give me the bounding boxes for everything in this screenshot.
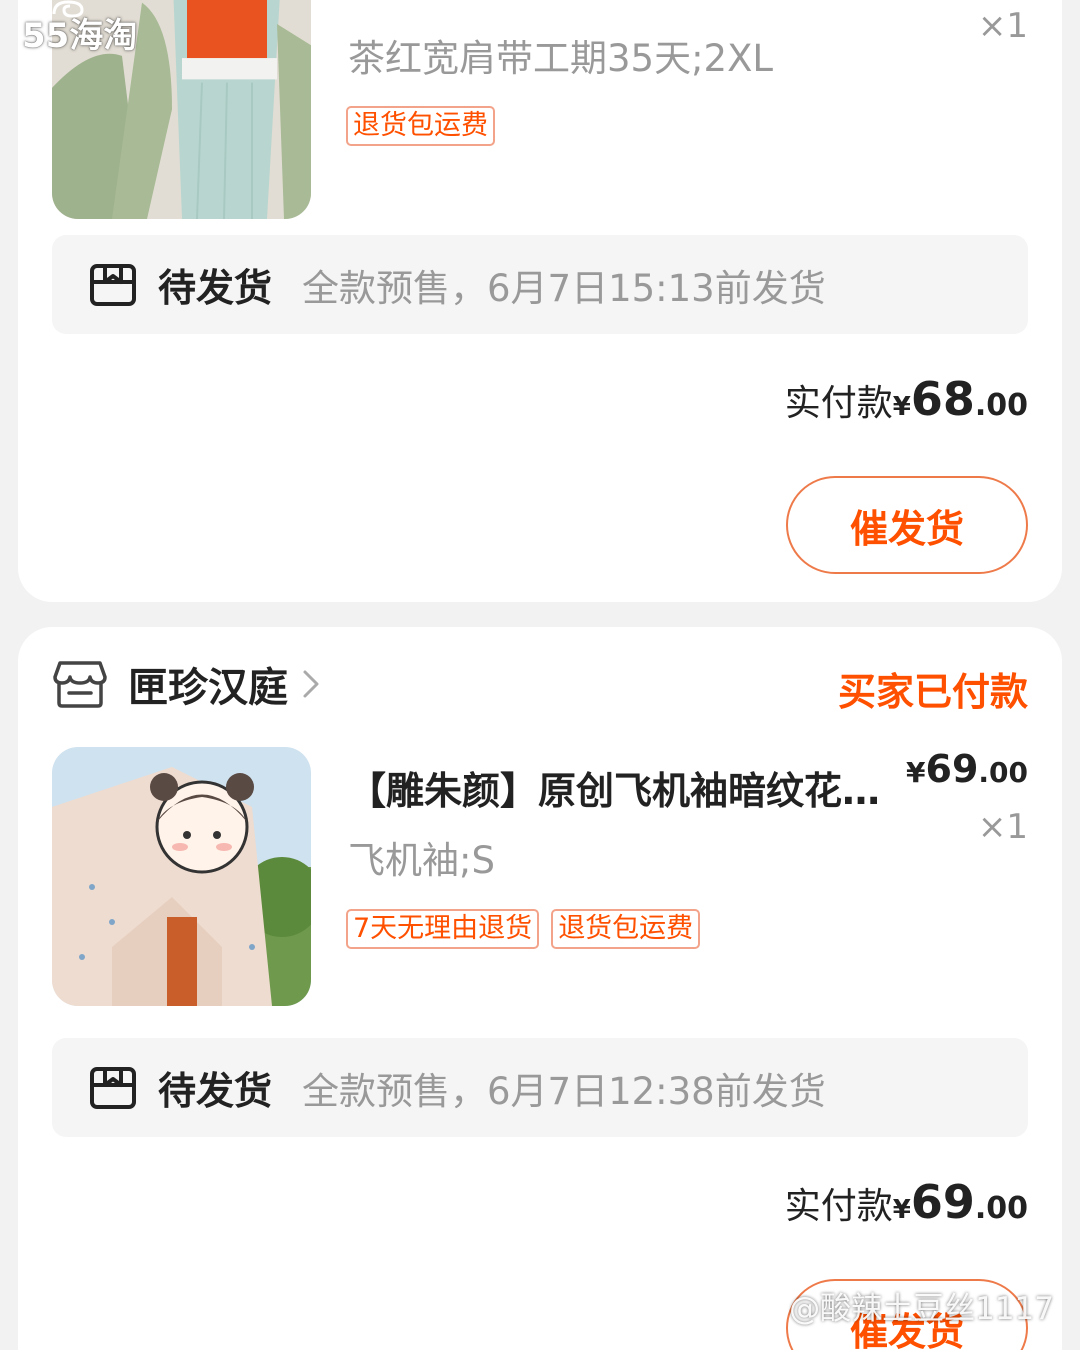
order-card: 匣珍汉庭 买家已付款 【雕朱颜】原创飞机袖暗纹花… ¥69.00 ×1 飞机袖;	[18, 627, 1062, 1350]
amount-paid: 实付款¥68.00	[785, 372, 1028, 426]
store-icon	[52, 659, 108, 709]
amount-decimal: .00	[974, 1191, 1028, 1226]
package-box-icon	[88, 260, 138, 310]
shipping-status-bar[interactable]: 待发货 全款预售，6月7日15:13前发货	[52, 235, 1028, 334]
product-sku: 茶红宽肩带工期35天;2XL	[348, 37, 774, 80]
service-tags: 退货包运费	[346, 106, 495, 146]
shipping-status: 待发货	[158, 1069, 273, 1113]
price-currency: ¥	[906, 756, 926, 789]
shipping-note: 全款预售，6月7日12:38前发货	[302, 1069, 826, 1113]
package-box-icon	[88, 1063, 138, 1113]
order-status: 买家已付款	[837, 670, 1028, 714]
shop-name[interactable]: 匣珍汉庭	[128, 655, 288, 713]
currency-symbol: ¥	[892, 392, 911, 422]
amount-paid-label: 实付款	[784, 383, 893, 424]
product-title[interactable]: 【雕朱颜】原创飞机袖暗纹花…	[348, 760, 888, 815]
amount-integer: 69	[910, 1175, 975, 1229]
chevron-right-icon[interactable]	[298, 666, 324, 702]
swirl-icon	[52, 0, 84, 18]
amount-integer: 68	[910, 372, 975, 426]
watermark-logo: 55海淘	[22, 0, 138, 57]
tag-free-return-shipping: 退货包运费	[346, 106, 495, 146]
urge-shipment-button[interactable]: 催发货	[786, 476, 1028, 574]
shop-header[interactable]: 匣珍汉庭	[52, 655, 324, 713]
product-image[interactable]	[52, 747, 311, 1006]
product-quantity: ×1	[977, 807, 1028, 847]
product-quantity: ×1	[977, 6, 1028, 46]
amount-paid-label: 实付款	[784, 1186, 893, 1227]
tag-free-return-shipping: 退货包运费	[551, 909, 701, 949]
price-decimal: .00	[978, 756, 1028, 789]
currency-symbol: ¥	[892, 1195, 911, 1225]
watermark-logo-text: 55海淘	[22, 16, 138, 56]
shipping-status-bar[interactable]: 待发货 全款预售，6月7日12:38前发货	[52, 1038, 1028, 1137]
product-sku: 飞机袖;S	[348, 839, 495, 882]
amount-decimal: .00	[974, 388, 1028, 423]
tag-7-day-return: 7天无理由退货	[346, 909, 540, 949]
amount-paid: 实付款¥69.00	[785, 1175, 1028, 1229]
shipping-status: 待发货	[158, 266, 273, 310]
service-tags: 7天无理由退货 退货包运费	[346, 909, 701, 949]
price-integer: 69	[925, 747, 979, 791]
watermark-username: @酸辣土豆丝1117	[789, 1291, 1054, 1327]
product-price: ¥69.00	[906, 747, 1028, 791]
shipping-note: 全款预售，6月7日15:13前发货	[302, 266, 826, 310]
order-card: 茶红宽肩带工期35天;2XL ×1 退货包运费 待发货 全款预售，6月7日15:…	[18, 0, 1062, 602]
